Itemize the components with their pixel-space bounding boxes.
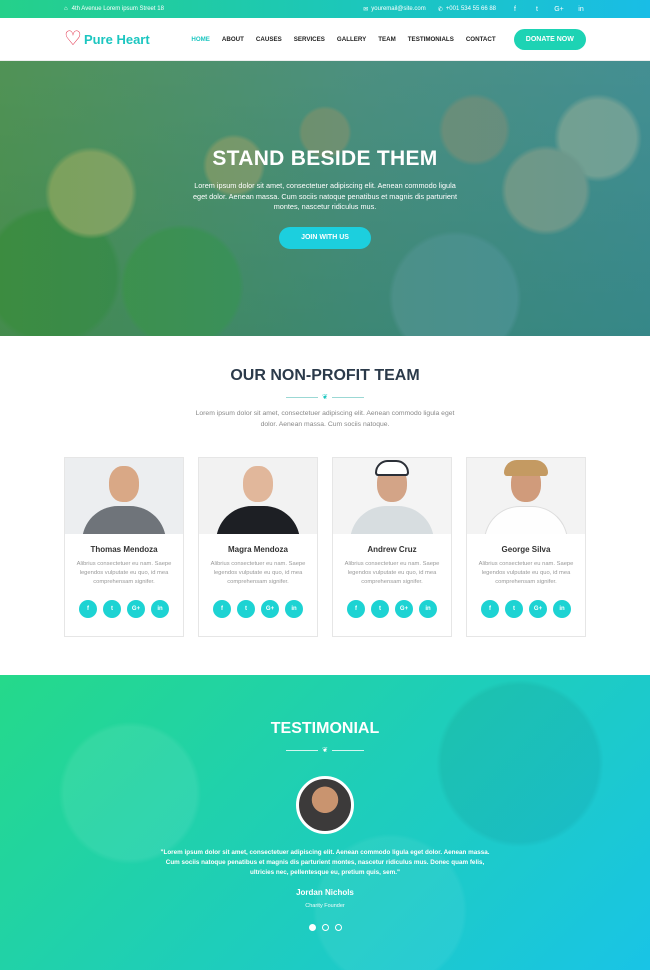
member-bio: Alibrius consectetuer eu nam. Saepe lege…: [344, 560, 440, 586]
google-plus-icon[interactable]: G+: [127, 599, 145, 618]
member-name: George Silva: [501, 544, 551, 554]
testimonial-quote: "Lorem ipsum dolor sit amet, consectetue…: [160, 849, 490, 877]
logo-text: Pure Heart: [83, 31, 150, 47]
top-bar: ⌂ 4th Avenue Lorem ipsum Street 18 ✉ your…: [0, 0, 650, 18]
team-description: Lorem ipsum dolor sit amet, consectetuer…: [195, 410, 455, 428]
team-card: George Silva Alibrius consectetuer eu na…: [466, 456, 586, 637]
member-name: Thomas Mendoza: [90, 544, 158, 554]
donate-button[interactable]: DONATE NOW: [513, 28, 586, 50]
testimonial-title: TESTIMONIAL: [270, 720, 380, 737]
linkedin-icon[interactable]: in: [151, 599, 169, 618]
testimonial-section: TESTIMONIAL ❦ "Lorem ipsum dolor sit ame…: [0, 675, 650, 970]
twitter-icon[interactable]: t: [371, 599, 389, 618]
topbar-phone[interactable]: ✆ +001 534 55 66 88: [438, 6, 496, 13]
team-card: Andrew Cruz Alibrius consectetuer eu nam…: [332, 456, 452, 637]
twitter-icon[interactable]: t: [532, 6, 542, 13]
nav-gallery[interactable]: GALLERY: [337, 36, 366, 43]
nav-home[interactable]: HOME: [191, 36, 210, 43]
nav-about[interactable]: ABOUT: [222, 36, 244, 43]
testimonial-author: Jordan Nichols: [296, 888, 354, 898]
location-icon: ⌂: [64, 6, 68, 12]
team-section: OUR NON-PROFIT TEAM ❦ Lorem ipsum dolor …: [0, 336, 650, 675]
twitter-icon[interactable]: t: [103, 599, 121, 618]
facebook-icon[interactable]: f: [481, 599, 499, 618]
carousel-dots: [0, 924, 650, 932]
member-photo: [199, 457, 317, 534]
avatar: [296, 776, 354, 834]
member-bio: Alibrius consectetuer eu nam. Saepe lege…: [478, 560, 574, 586]
nav-services[interactable]: SERVICES: [294, 36, 325, 43]
team-title: OUR NON-PROFIT TEAM: [230, 367, 420, 384]
carousel-dot-1[interactable]: [308, 924, 316, 932]
carousel-dot-3[interactable]: [334, 924, 342, 932]
join-button[interactable]: JOIN WITH US: [279, 226, 371, 249]
facebook-icon[interactable]: f: [213, 599, 231, 618]
hands-icon: ❦: [322, 747, 328, 754]
twitter-icon[interactable]: t: [505, 599, 523, 618]
nav-causes[interactable]: CAUSES: [256, 36, 282, 43]
google-plus-icon[interactable]: G+: [529, 599, 547, 618]
google-plus-icon[interactable]: G+: [261, 599, 279, 618]
member-name: Andrew Cruz: [367, 544, 417, 554]
site-header: ♡ Pure Heart HOME ABOUT CAUSES SERVICES …: [0, 18, 650, 61]
topbar-address: 4th Avenue Lorem ipsum Street 18: [71, 6, 164, 12]
linkedin-icon[interactable]: in: [285, 599, 303, 618]
logo[interactable]: ♡ Pure Heart: [64, 29, 191, 49]
hero-title: STAND BESIDE THEM: [212, 147, 438, 170]
linkedin-icon[interactable]: in: [553, 599, 571, 618]
team-card: Magra Mendoza Alibrius consectetuer eu n…: [198, 456, 318, 637]
facebook-icon[interactable]: f: [347, 599, 365, 618]
member-bio: Alibrius consectetuer eu nam. Saepe lege…: [210, 560, 306, 586]
twitter-icon[interactable]: t: [237, 599, 255, 618]
nav-testimonials[interactable]: TESTIMONIALS: [408, 36, 454, 43]
member-photo: [467, 457, 585, 534]
facebook-icon[interactable]: f: [79, 599, 97, 618]
facebook-icon[interactable]: f: [510, 6, 520, 13]
hero-text: Lorem ipsum dolor sit amet, consectetuer…: [192, 181, 458, 212]
nav-team[interactable]: TEAM: [378, 36, 396, 43]
testimonial-role: Charity Founder: [305, 903, 345, 910]
team-card: Thomas Mendoza Alibrius consectetuer eu …: [64, 456, 184, 637]
phone-icon: ✆: [437, 6, 443, 13]
section-divider: ❦: [0, 746, 650, 754]
team-cards: Thomas Mendoza Alibrius consectetuer eu …: [0, 456, 650, 637]
main-nav: HOME ABOUT CAUSES SERVICES GALLERY TEAM …: [191, 36, 495, 43]
linkedin-icon[interactable]: in: [419, 599, 437, 618]
linkedin-icon[interactable]: in: [576, 6, 586, 13]
hero-banner: STAND BESIDE THEM Lorem ipsum dolor sit …: [0, 61, 650, 336]
member-photo: [65, 457, 183, 534]
section-divider: ❦: [0, 393, 650, 401]
member-photo: [333, 457, 451, 534]
mail-icon: ✉: [363, 6, 369, 13]
google-plus-icon[interactable]: G+: [554, 6, 564, 13]
heart-icon: ♡: [64, 28, 82, 50]
nav-contact[interactable]: CONTACT: [466, 36, 496, 43]
hands-icon: ❦: [322, 394, 328, 401]
member-bio: Alibrius consectetuer eu nam. Saepe lege…: [76, 560, 172, 586]
member-name: Magra Mendoza: [227, 544, 288, 554]
google-plus-icon[interactable]: G+: [395, 599, 413, 618]
carousel-dot-2[interactable]: [321, 924, 329, 932]
topbar-email[interactable]: ✉ youremail@site.com: [363, 6, 425, 13]
